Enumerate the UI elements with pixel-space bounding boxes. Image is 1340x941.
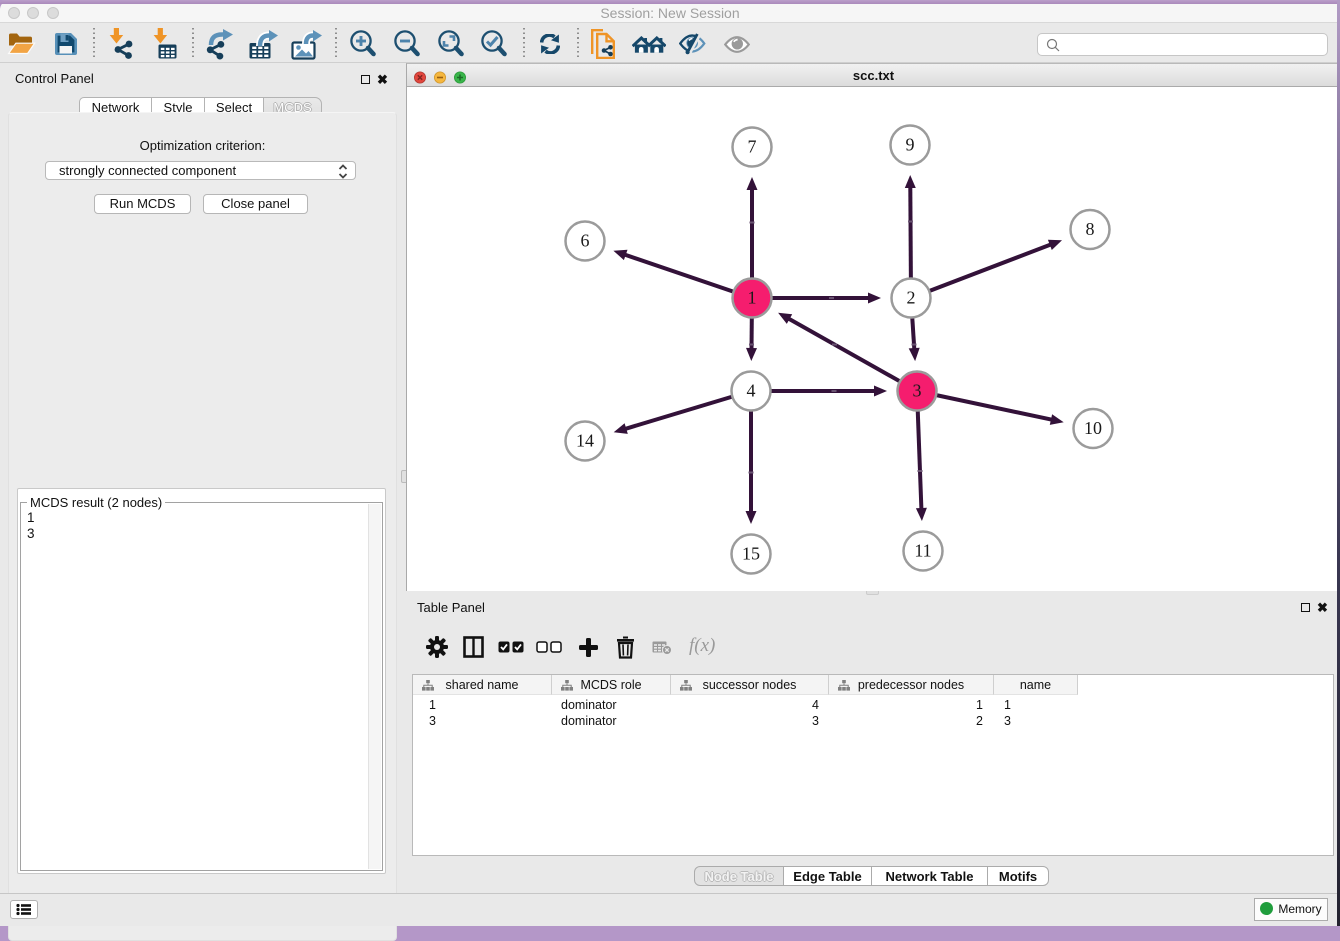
svg-text:10: 10 — [1084, 418, 1102, 438]
svg-text:14: 14 — [576, 431, 594, 451]
svg-text:6: 6 — [581, 231, 590, 251]
svg-text:8: 8 — [1086, 219, 1095, 239]
svg-text:7: 7 — [748, 137, 757, 157]
svg-text:11: 11 — [914, 541, 931, 561]
svg-text:3: 3 — [913, 381, 922, 401]
svg-text:2: 2 — [907, 288, 916, 308]
svg-text:9: 9 — [906, 135, 915, 155]
svg-text:4: 4 — [747, 381, 756, 401]
svg-text:15: 15 — [742, 544, 760, 564]
svg-text:1: 1 — [748, 288, 757, 308]
